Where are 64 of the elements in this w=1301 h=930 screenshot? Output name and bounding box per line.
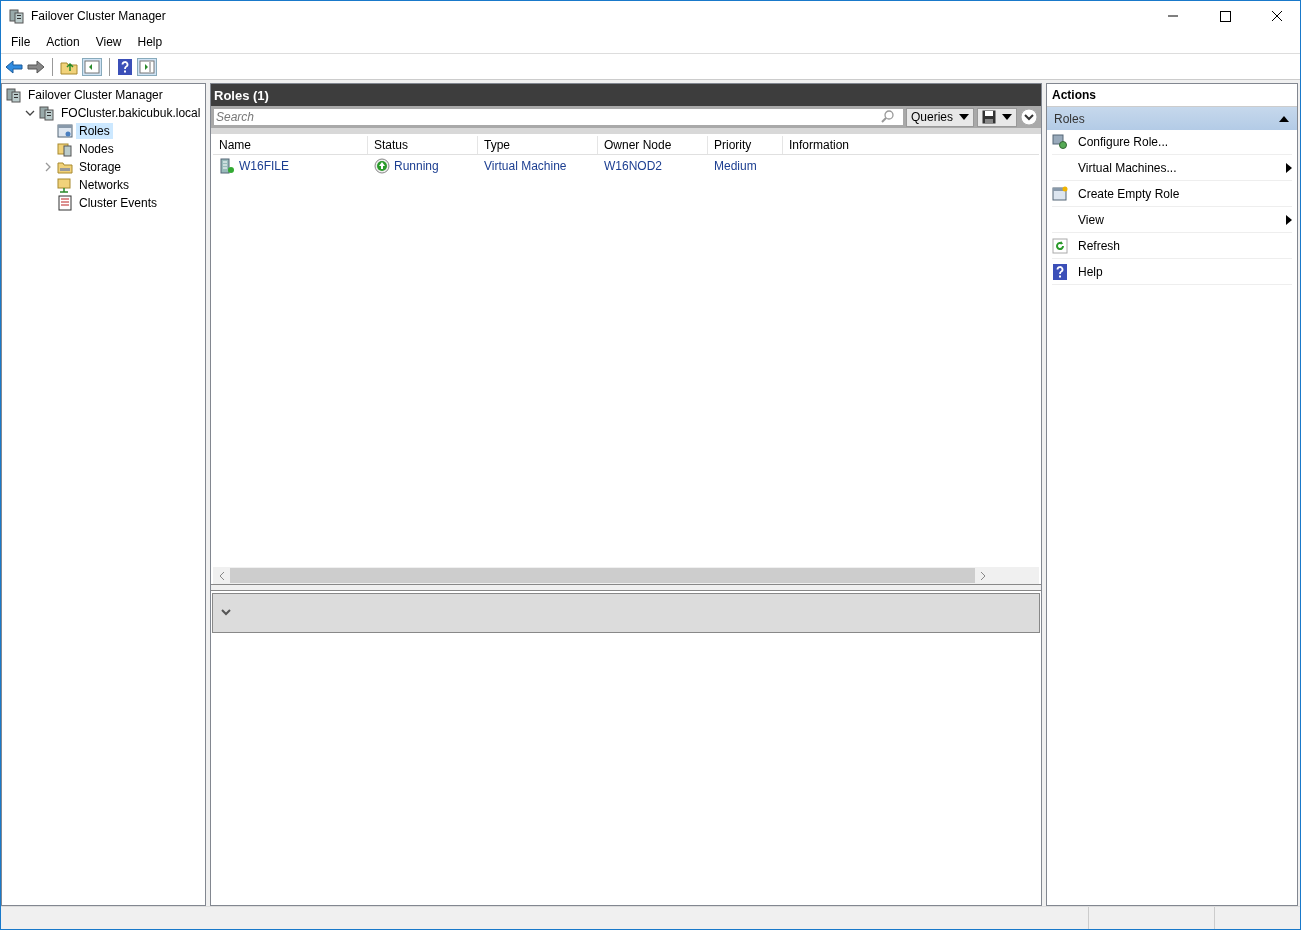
scroll-left-icon[interactable] <box>218 570 226 581</box>
window-title: Failover Cluster Manager <box>31 8 166 23</box>
dropdown-arrow-icon <box>1002 114 1012 120</box>
help-icon <box>1052 264 1068 280</box>
back-arrow-icon[interactable] <box>5 58 23 75</box>
dropdown-arrow-icon <box>959 114 969 120</box>
forward-arrow-icon[interactable] <box>27 58 45 75</box>
create-role-icon <box>1052 186 1068 202</box>
tree-item[interactable]: Cluster Events <box>76 195 161 211</box>
panel-toggle-icon[interactable] <box>82 57 102 76</box>
column-header[interactable]: Type <box>478 136 598 154</box>
help-icon[interactable] <box>117 57 133 76</box>
expand-circle-icon[interactable] <box>1020 108 1038 126</box>
chevron-down-icon[interactable] <box>221 609 231 617</box>
action-link[interactable]: Create Empty Role <box>1078 187 1292 201</box>
server-cluster-icon <box>39 105 55 121</box>
column-header[interactable]: Information <box>783 136 1039 154</box>
queries-button[interactable]: Queries <box>905 107 974 127</box>
save-icon <box>982 110 996 124</box>
running-status-icon <box>374 158 390 174</box>
network-folder-icon <box>57 177 73 193</box>
server-cluster-icon <box>9 7 25 24</box>
action-link[interactable]: Refresh <box>1078 239 1292 253</box>
actions-section-header[interactable]: Roles <box>1047 107 1297 130</box>
table-cell: Medium <box>714 159 757 173</box>
tree-item[interactable]: Networks <box>76 177 132 193</box>
tree-item[interactable]: Nodes <box>76 141 117 157</box>
column-header[interactable]: Priority <box>708 136 783 154</box>
folder-icon <box>57 159 73 175</box>
column-header[interactable]: Status <box>368 136 478 154</box>
action-link[interactable]: Virtual Machines... <box>1078 161 1276 175</box>
menu-item[interactable]: View <box>87 34 130 49</box>
table-cell: Running <box>394 159 439 173</box>
refresh-icon <box>1052 238 1068 254</box>
pane-title: Roles (1) <box>211 84 1041 106</box>
search-icon <box>880 110 895 124</box>
action-link[interactable]: Configure Role... <box>1078 135 1292 149</box>
scroll-right-icon[interactable] <box>979 570 987 581</box>
tree-item[interactable]: Storage <box>76 159 125 175</box>
tree-item[interactable]: Roles <box>76 123 113 139</box>
scrollbar-thumb[interactable] <box>230 568 975 583</box>
menu-item[interactable]: Action <box>38 34 88 49</box>
event-log-icon <box>57 195 73 211</box>
table-cell: W16FILE <box>239 159 289 173</box>
panel-toggle-icon[interactable] <box>137 57 157 76</box>
tree-item[interactable]: FOCluster.bakicubuk.local <box>58 105 204 121</box>
table-cell: Virtual Machine <box>484 159 567 173</box>
configure-icon <box>1052 134 1068 150</box>
server-folder-icon <box>57 141 73 157</box>
save-query-button[interactable] <box>977 107 1017 127</box>
search-field[interactable]: Search <box>214 109 903 125</box>
menu-item[interactable]: Help <box>129 34 171 49</box>
server-cluster-icon <box>6 87 22 103</box>
column-header[interactable]: Owner Node <box>598 136 708 154</box>
column-header[interactable]: Name <box>213 136 368 154</box>
horizontal-scrollbar[interactable] <box>213 567 1039 584</box>
window-gear-icon <box>57 123 73 139</box>
action-link[interactable]: View <box>1078 213 1276 227</box>
server-icon <box>219 158 235 174</box>
table-cell: W16NOD2 <box>604 159 662 173</box>
action-link[interactable]: Help <box>1078 265 1292 279</box>
tree-item[interactable]: Failover Cluster Manager <box>25 87 166 103</box>
menu-item[interactable]: File <box>3 34 39 49</box>
collapse-arrow-icon[interactable] <box>1279 115 1289 122</box>
